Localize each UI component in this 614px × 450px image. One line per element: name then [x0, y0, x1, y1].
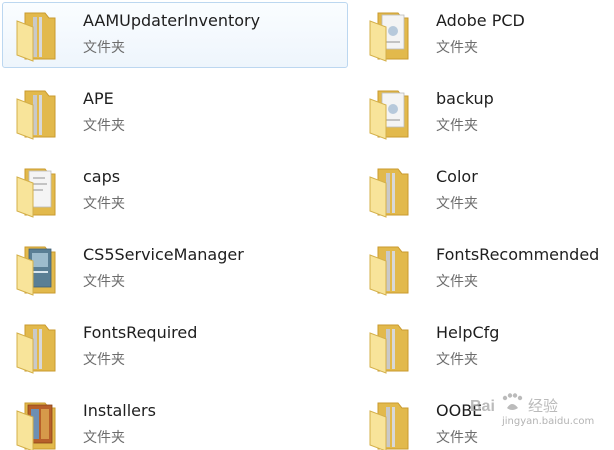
folder-name: caps — [83, 167, 121, 186]
folder-type: 文件夹 — [436, 118, 478, 134]
folder-type: 文件夹 — [83, 40, 125, 56]
folder-name: Installers — [83, 401, 156, 420]
folder-icon — [11, 321, 61, 375]
folder-documents-icon — [11, 243, 61, 297]
folder-item-backup[interactable]: backup 文件夹 — [355, 80, 614, 146]
folder-item-aamupdaterinventory[interactable]: AAMUpdaterInventory 文件夹 — [2, 2, 348, 68]
folder-name: AAMUpdaterInventory — [83, 11, 261, 30]
folder-type: 文件夹 — [83, 274, 125, 290]
folder-type: 文件夹 — [83, 430, 125, 446]
folder-name: FontsRequired — [83, 323, 198, 342]
folder-item-adobe-pcd[interactable]: Adobe PCD 文件夹 — [355, 2, 614, 68]
folder-name: Color — [436, 167, 478, 186]
folder-images-icon — [11, 399, 61, 450]
folder-type: 文件夹 — [436, 196, 478, 212]
folder-type: 文件夹 — [83, 118, 125, 134]
folder-name: FontsRecommended — [436, 245, 600, 264]
folder-type: 文件夹 — [436, 40, 478, 56]
folder-type: 文件夹 — [83, 196, 125, 212]
folder-name: Adobe PCD — [436, 11, 525, 30]
folder-name: backup — [436, 89, 494, 108]
folder-item-fontsrequired[interactable]: FontsRequired 文件夹 — [2, 314, 348, 380]
folder-type: 文件夹 — [436, 352, 478, 368]
folder-item-color[interactable]: Color 文件夹 — [355, 158, 614, 224]
file-list: AAMUpdaterInventory 文件夹 Adobe PCD 文件夹 AP… — [0, 0, 614, 450]
folder-item-installers[interactable]: Installers 文件夹 — [2, 392, 348, 450]
folder-item-caps[interactable]: caps 文件夹 — [2, 158, 348, 224]
folder-documents-icon — [11, 165, 61, 219]
folder-item-ape[interactable]: APE 文件夹 — [2, 80, 348, 146]
folder-documents-icon — [364, 9, 414, 63]
folder-icon — [11, 9, 61, 63]
svg-text:Bai: Bai — [470, 398, 495, 414]
watermark-url: jingyan.baidu.com — [502, 416, 595, 427]
svg-text:经验: 经验 — [528, 397, 558, 414]
folder-item-fontsrecommended[interactable]: FontsRecommended 文件夹 — [355, 236, 614, 302]
watermark: Bai 经验 jingyan.baidu.com — [470, 392, 610, 438]
folder-documents-icon — [364, 87, 414, 141]
folder-item-helpcfg[interactable]: HelpCfg 文件夹 — [355, 314, 614, 380]
folder-icon — [364, 243, 414, 297]
baidu-jingyan-logo: Bai 经验 — [470, 393, 558, 414]
folder-icon — [364, 321, 414, 375]
folder-type: 文件夹 — [83, 352, 125, 368]
folder-icon — [364, 399, 414, 450]
folder-name: CS5ServiceManager — [83, 245, 244, 264]
folder-name: HelpCfg — [436, 323, 500, 342]
folder-icon — [364, 165, 414, 219]
folder-name: APE — [83, 89, 114, 108]
folder-item-cs5servicemanager[interactable]: CS5ServiceManager 文件夹 — [2, 236, 348, 302]
folder-icon — [11, 87, 61, 141]
folder-type: 文件夹 — [436, 274, 478, 290]
